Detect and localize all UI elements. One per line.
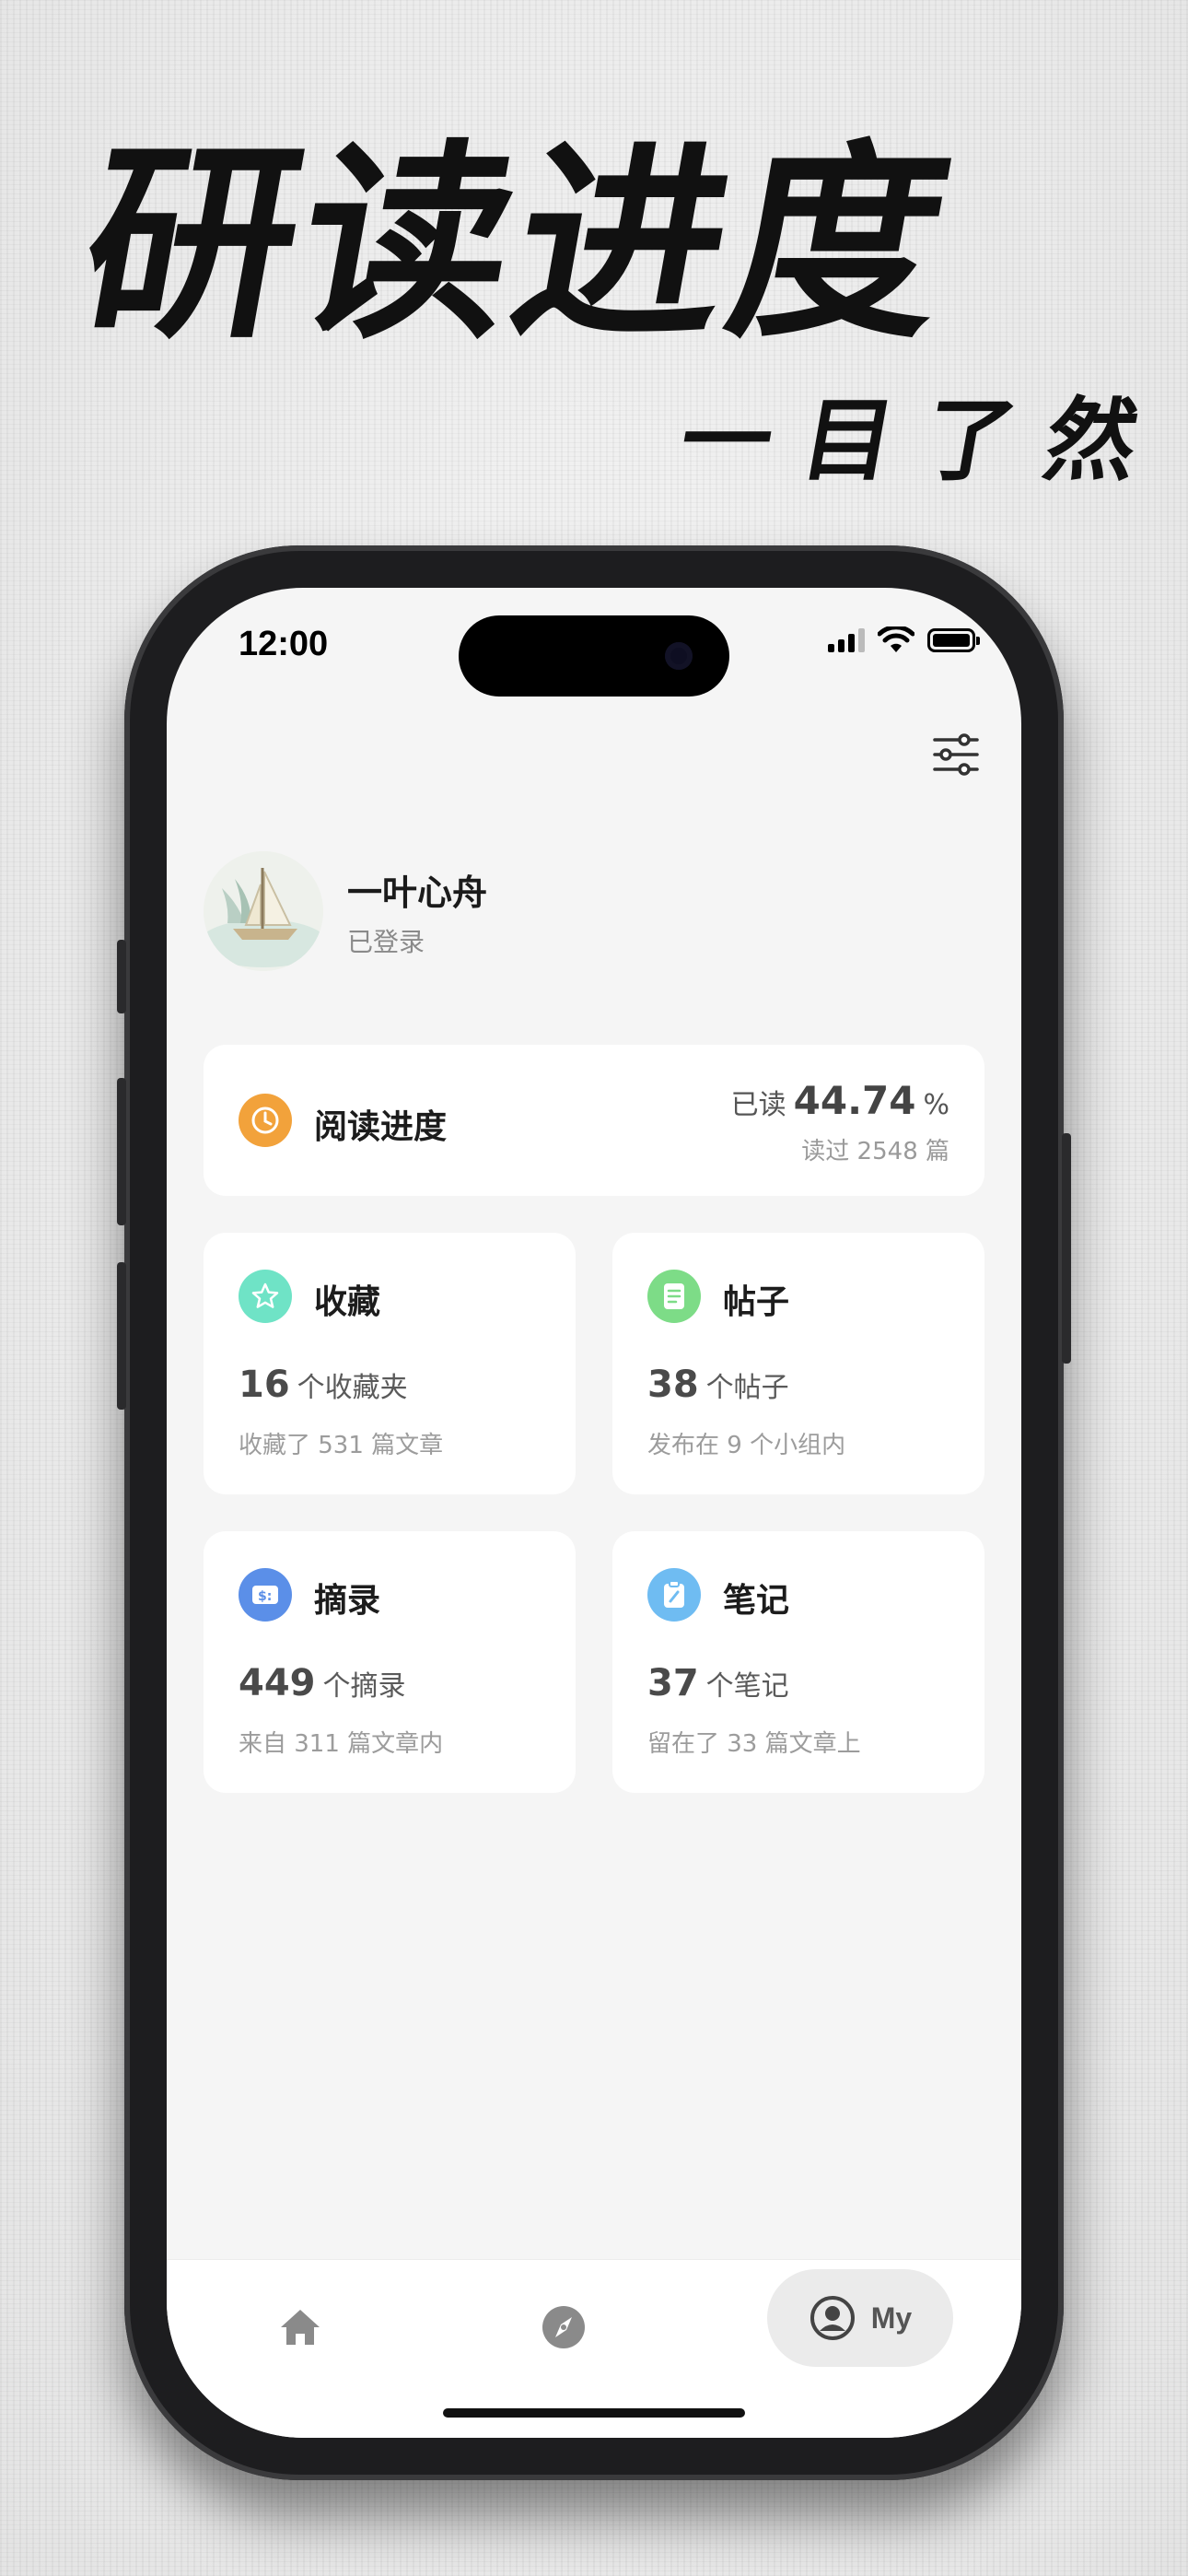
status-icons xyxy=(828,626,980,654)
posts-title: 帖子 xyxy=(723,1283,790,1321)
favorites-title: 收藏 xyxy=(314,1283,381,1321)
favorites-count: 16 xyxy=(239,1364,290,1406)
posts-count: 38 xyxy=(647,1364,699,1406)
favorites-card[interactable]: 收藏 16 个收藏夹 收藏了 531 篇文章 xyxy=(204,1233,576,1494)
silent-switch xyxy=(117,940,126,1013)
excerpts-unit: 个摘录 xyxy=(322,1670,406,1703)
user-circle-icon xyxy=(809,2296,855,2340)
excerpts-title: 摘录 xyxy=(314,1582,381,1620)
tab-home[interactable] xyxy=(268,2295,332,2359)
favorites-sub: 收藏了 531 篇文章 xyxy=(239,1432,444,1459)
document-icon xyxy=(647,1270,701,1323)
avatar[interactable] xyxy=(204,851,323,971)
home-indicator[interactable] xyxy=(443,2408,745,2418)
reading-progress-title: 阅读进度 xyxy=(314,1108,448,1146)
star-icon xyxy=(239,1270,292,1323)
status-time: 12:00 xyxy=(239,625,329,663)
tab-my[interactable]: My xyxy=(767,2269,953,2367)
clock-icon xyxy=(239,1094,292,1147)
svg-text:$:: $: xyxy=(258,1589,272,1604)
read-count: 读过 2548 篇 xyxy=(801,1138,949,1165)
excerpts-count: 449 xyxy=(239,1662,316,1704)
profile-name: 一叶心舟 xyxy=(347,872,488,913)
promo-headline: 研读进度 xyxy=(65,120,972,367)
volume-down-button xyxy=(117,1262,126,1410)
notes-sub: 留在了 33 篇文章上 xyxy=(647,1730,861,1758)
dynamic-island xyxy=(459,615,729,697)
posts-sub: 发布在 9 个小组内 xyxy=(647,1432,846,1459)
compass-icon xyxy=(542,2306,585,2348)
notes-title: 笔记 xyxy=(723,1582,790,1620)
notes-card[interactable]: 笔记 37 个笔记 留在了 33 篇文章上 xyxy=(612,1531,984,1793)
percent-unit: % xyxy=(923,1089,949,1121)
tab-my-label: My xyxy=(870,2301,913,2335)
sailboat-avatar-icon xyxy=(204,851,323,971)
phone-screen: 12:00 一叶心舟 已登录 阅读进度 已读 44.74 % 读过 2548 篇… xyxy=(167,588,1021,2438)
volume-up-button xyxy=(117,1078,126,1225)
favorites-unit: 个收藏夹 xyxy=(297,1372,408,1404)
posts-card[interactable]: 帖子 38 个帖子 发布在 9 个小组内 xyxy=(612,1233,984,1494)
tab-discover[interactable] xyxy=(531,2295,596,2359)
notes-unit: 个笔记 xyxy=(705,1670,789,1703)
power-button xyxy=(1062,1133,1071,1364)
login-status: 已登录 xyxy=(347,926,425,957)
read-prefix: 已读 xyxy=(730,1089,786,1121)
notes-count: 37 xyxy=(647,1662,699,1704)
home-icon xyxy=(281,2310,320,2345)
signal-icon xyxy=(828,628,865,652)
sliders-icon xyxy=(933,733,979,776)
camera-icon xyxy=(665,642,693,670)
filter-settings-button[interactable] xyxy=(927,726,984,783)
promo-subline: 一目了然 xyxy=(671,388,1178,494)
battery-icon xyxy=(927,628,980,652)
profile-header[interactable]: 一叶心舟 已登录 xyxy=(204,851,487,971)
posts-unit: 个帖子 xyxy=(705,1372,789,1404)
excerpts-card[interactable]: $: 摘录 449 个摘录 来自 311 篇文章内 xyxy=(204,1531,576,1793)
excerpts-sub: 来自 311 篇文章内 xyxy=(239,1730,444,1758)
note-icon xyxy=(647,1568,701,1622)
wifi-icon xyxy=(878,626,914,652)
excerpt-icon: $: xyxy=(239,1568,292,1622)
reading-progress-card[interactable]: 阅读进度 已读 44.74% 读过 2548 篇 xyxy=(204,1045,984,1196)
read-percent: 44.74 xyxy=(793,1078,916,1123)
